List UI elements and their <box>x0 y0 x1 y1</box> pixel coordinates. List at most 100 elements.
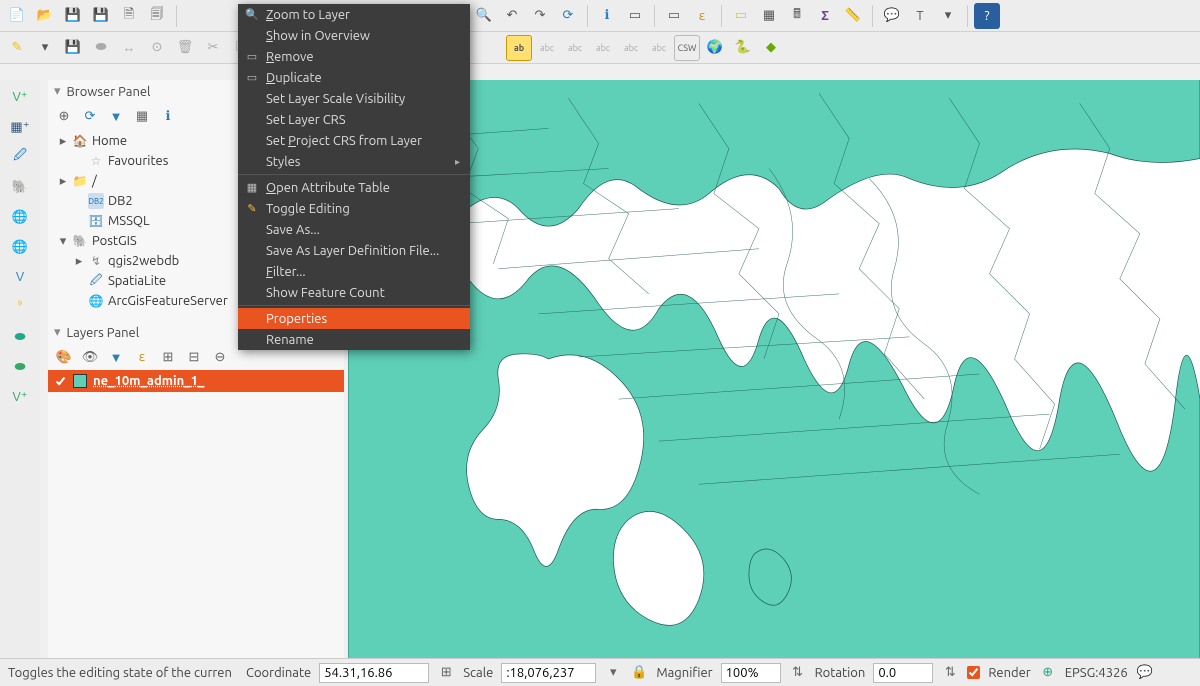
globe-icon[interactable]: 🌍 <box>702 35 728 61</box>
label-abc-icon[interactable]: ab <box>506 35 532 61</box>
zoom-layer-icon[interactable]: 🔍 <box>471 3 497 29</box>
scale-dropdown-icon[interactable]: ▾ <box>604 664 622 682</box>
label-tool-icon[interactable]: abc <box>562 35 588 61</box>
osm-icon[interactable]: ◆ <box>758 35 784 61</box>
layer-row[interactable]: ne_10m_admin_1_ <box>48 370 344 392</box>
coord-input[interactable] <box>319 663 429 683</box>
menu-item-rename[interactable]: Rename <box>238 329 470 350</box>
menu-item-toggle-editing[interactable]: ✎Toggle Editing <box>238 198 470 219</box>
add-feature-icon[interactable]: ⬬ <box>88 35 114 61</box>
add-gps-icon[interactable]: ⬬ <box>7 324 33 350</box>
add-layer-icon[interactable]: ⊕ <box>52 105 76 127</box>
select-icon[interactable]: ▭ <box>622 3 648 29</box>
csw-icon[interactable]: CSW <box>674 35 700 61</box>
move-feature-icon[interactable]: ↔ <box>116 35 142 61</box>
messages-icon[interactable]: 💬 <box>1136 664 1154 682</box>
properties-icon[interactable]: ℹ <box>156 105 180 127</box>
menu-item-properties[interactable]: Properties <box>238 308 470 329</box>
lock-icon[interactable]: 🔒 <box>630 664 648 682</box>
layer-visibility-checkbox[interactable] <box>54 375 67 388</box>
new-shapefile-icon[interactable]: V⁺ <box>7 384 33 410</box>
tree-arrow-icon[interactable]: ▸ <box>58 174 68 189</box>
menu-item-open-attribute-table[interactable]: ▦Open Attribute Table <box>238 177 470 198</box>
add-postgis-icon[interactable]: 🐘 <box>7 174 33 200</box>
delete-icon[interactable]: 🗑 <box>172 35 198 61</box>
remove-layer-icon[interactable]: ⊖ <box>208 346 232 368</box>
tree-arrow-icon[interactable]: ▸ <box>74 254 84 269</box>
field-calc-icon[interactable]: 🖩 <box>784 3 810 29</box>
deselect-icon[interactable]: ▭ <box>661 3 687 29</box>
edit-pencil-icon[interactable]: ✎ <box>4 35 30 61</box>
save-icon[interactable]: 💾 <box>60 3 86 29</box>
expand-all-icon[interactable]: ⊞ <box>156 346 180 368</box>
help-icon[interactable]: ? <box>974 3 1000 29</box>
node-tool-icon[interactable]: ⊙ <box>144 35 170 61</box>
visibility-icon[interactable]: 👁 <box>78 346 102 368</box>
new-project-icon[interactable]: 📄 <box>4 3 30 29</box>
add-raster-icon[interactable]: ▦⁺ <box>7 114 33 140</box>
tree-arrow-icon[interactable]: ▾ <box>58 234 68 249</box>
extents-toggle-icon[interactable]: ⊞ <box>437 664 455 682</box>
stepper-icon[interactable]: ⇅ <box>789 664 807 682</box>
menu-item-save-as-layer-definition-file[interactable]: Save As Layer Definition File... <box>238 240 470 261</box>
rotation-input[interactable] <box>873 663 933 683</box>
collapse-icon[interactable]: ▾ <box>54 325 61 340</box>
new-print-composer-icon[interactable]: 🗎 <box>116 3 142 29</box>
style-preset-icon[interactable]: 🎨 <box>52 346 76 368</box>
menu-item-save-as[interactable]: Save As... <box>238 219 470 240</box>
tree-arrow-icon[interactable]: ▸ <box>58 134 68 149</box>
filter-legend-icon[interactable]: ▼ <box>104 346 128 368</box>
add-csv-icon[interactable]: ⁹ <box>7 294 33 320</box>
menu-item-set-project-crs-from-layer[interactable]: Set Project CRS from Layer <box>238 130 470 151</box>
expression-filter-icon[interactable]: ε <box>130 346 154 368</box>
attribute-table-icon[interactable]: ▦ <box>756 3 782 29</box>
expression-icon[interactable]: ε <box>689 3 715 29</box>
label-tool-icon[interactable]: abc <box>590 35 616 61</box>
add-oracle-icon[interactable]: ⬬ <box>7 354 33 380</box>
menu-item-filter[interactable]: Filter... <box>238 261 470 282</box>
collapse-all-icon[interactable]: ⊟ <box>182 346 206 368</box>
save-as-icon[interactable]: 💾 <box>88 3 114 29</box>
cut-icon[interactable]: ✂ <box>200 35 226 61</box>
menu-item-duplicate[interactable]: ▭Duplicate <box>238 67 470 88</box>
map-tips-icon[interactable]: 💬 <box>879 3 905 29</box>
collapse-all-icon[interactable]: ▦ <box>130 105 154 127</box>
crs-icon[interactable]: ⊕ <box>1039 664 1057 682</box>
add-wms-icon[interactable]: 🌐 <box>7 204 33 230</box>
label-tool-icon[interactable]: abc <box>534 35 560 61</box>
menu-item-remove[interactable]: ▭Remove <box>238 46 470 67</box>
identify-icon[interactable]: ℹ <box>594 3 620 29</box>
tips-icon[interactable]: ▭ <box>728 3 754 29</box>
save-edits-icon[interactable]: 💾 <box>60 35 86 61</box>
add-wcs-icon[interactable]: 🌐 <box>7 234 33 260</box>
add-spatialite-icon[interactable]: 🖉 <box>7 144 33 170</box>
magnifier-input[interactable] <box>721 663 781 683</box>
dropdown-icon[interactable]: ▾ <box>32 35 58 61</box>
collapse-icon[interactable]: ▾ <box>54 84 61 99</box>
python-icon[interactable]: 🐍 <box>730 35 756 61</box>
menu-item-styles[interactable]: Styles▸ <box>238 151 470 172</box>
add-wfs-icon[interactable]: V <box>7 264 33 290</box>
crs-label[interactable]: EPSG:4326 <box>1065 666 1128 680</box>
stepper-icon[interactable]: ⇅ <box>941 664 959 682</box>
refresh-browser-icon[interactable]: ⟳ <box>78 105 102 127</box>
menu-item-set-layer-scale-visibility[interactable]: Set Layer Scale Visibility <box>238 88 470 109</box>
zoom-next-icon[interactable]: ↷ <box>527 3 553 29</box>
dropdown-icon[interactable]: ▾ <box>935 3 961 29</box>
render-checkbox[interactable] <box>967 666 980 679</box>
zoom-last-icon[interactable]: ↶ <box>499 3 525 29</box>
menu-item-set-layer-crs[interactable]: Set Layer CRS <box>238 109 470 130</box>
filter-browser-icon[interactable]: ▼ <box>104 105 128 127</box>
composer-manager-icon[interactable]: 🗐 <box>144 3 170 29</box>
annotation-icon[interactable]: T <box>907 3 933 29</box>
menu-item-show-feature-count[interactable]: Show Feature Count <box>238 282 470 303</box>
measure-icon[interactable]: 📏 <box>840 3 866 29</box>
map-canvas[interactable] <box>348 80 1200 658</box>
label-tool-icon[interactable]: abc <box>646 35 672 61</box>
add-vector-icon[interactable]: V⁺ <box>7 84 33 110</box>
scale-input[interactable] <box>501 663 596 683</box>
statistics-icon[interactable]: Σ <box>812 3 838 29</box>
open-project-icon[interactable]: 📂 <box>32 3 58 29</box>
menu-item-zoom-to-layer[interactable]: 🔍Zoom to Layer <box>238 4 470 25</box>
label-tool-icon[interactable]: abc <box>618 35 644 61</box>
